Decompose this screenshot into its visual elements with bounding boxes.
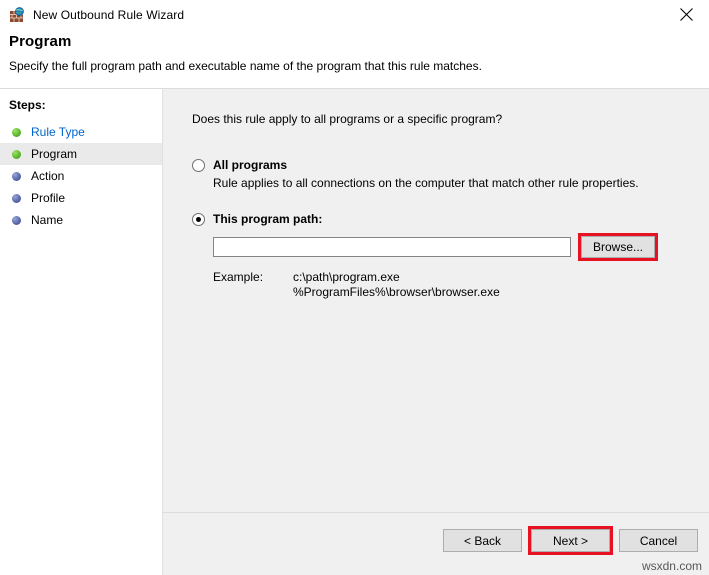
back-button[interactable]: < Back [443,529,522,552]
wizard-body: Steps: Rule Type Program Action Profile … [0,89,709,575]
radio-button-icon[interactable] [192,213,205,226]
main-panel: Does this rule apply to all programs or … [163,89,709,575]
sidebar-item-profile[interactable]: Profile [0,187,162,209]
sidebar-item-label: Profile [31,191,66,205]
sidebar-item-name[interactable]: Name [0,209,162,231]
steps-heading: Steps: [9,98,46,112]
browse-button[interactable]: Browse... [581,236,655,258]
all-programs-description: Rule applies to all connections on the c… [213,176,639,190]
main-content: Does this rule apply to all programs or … [163,89,709,512]
footer-button-group: < Back Next > Cancel [437,526,698,555]
example-block: Example: c:\path\program.exe %ProgramFil… [213,270,709,300]
sidebar-item-label: Name [31,213,64,227]
cancel-button[interactable]: Cancel [619,529,698,552]
step-bullet-icon [12,127,21,137]
example-values: c:\path\program.exe %ProgramFiles%\brows… [293,270,500,300]
step-bullet-icon [12,193,21,203]
example-line-1: c:\path\program.exe [293,270,400,284]
sidebar-item-action[interactable]: Action [0,165,162,187]
page-subtitle: Specify the full program path and execut… [9,59,482,73]
radio-this-program-path[interactable]: This program path: [192,212,709,226]
example-line-2: %ProgramFiles%\browser\browser.exe [293,285,500,299]
radio-this-program-path-label: This program path: [213,212,323,226]
option-all-programs: All programs Rule applies to all connect… [192,158,709,190]
program-path-row: Browse... [213,233,709,261]
option-this-program-path: This program path: Browse... Example: c:… [192,212,709,300]
sidebar-item-label: Rule Type [31,125,85,139]
page-header: Program Specify the full program path an… [0,29,709,88]
sidebar-item-rule-type[interactable]: Rule Type [0,121,162,143]
title-bar: New Outbound Rule Wizard [0,0,709,29]
next-button-highlight: Next > [528,526,613,555]
radio-all-programs-label: All programs [213,158,288,172]
page-title: Program [9,33,72,50]
window-title: New Outbound Rule Wizard [33,7,185,22]
next-button[interactable]: Next > [531,529,610,552]
step-bullet-icon [12,149,21,159]
radio-all-programs[interactable]: All programs [192,158,709,172]
steps-sidebar: Steps: Rule Type Program Action Profile … [0,89,163,575]
watermark-text: wsxdn.com [641,559,702,573]
step-bullet-icon [12,215,21,225]
program-path-input[interactable] [213,237,571,257]
browse-button-highlight: Browse... [578,233,658,261]
radio-button-icon[interactable] [192,159,205,172]
close-icon[interactable] [664,0,709,29]
question-text: Does this rule apply to all programs or … [192,112,503,126]
sidebar-item-label: Action [31,169,65,183]
example-label: Example: [213,270,264,284]
sidebar-item-program[interactable]: Program [0,143,162,165]
step-bullet-icon [12,171,21,181]
sidebar-item-label: Program [31,147,78,161]
firewall-globe-icon [9,6,25,23]
footer-bar: < Back Next > Cancel wsxdn.com [163,512,709,575]
